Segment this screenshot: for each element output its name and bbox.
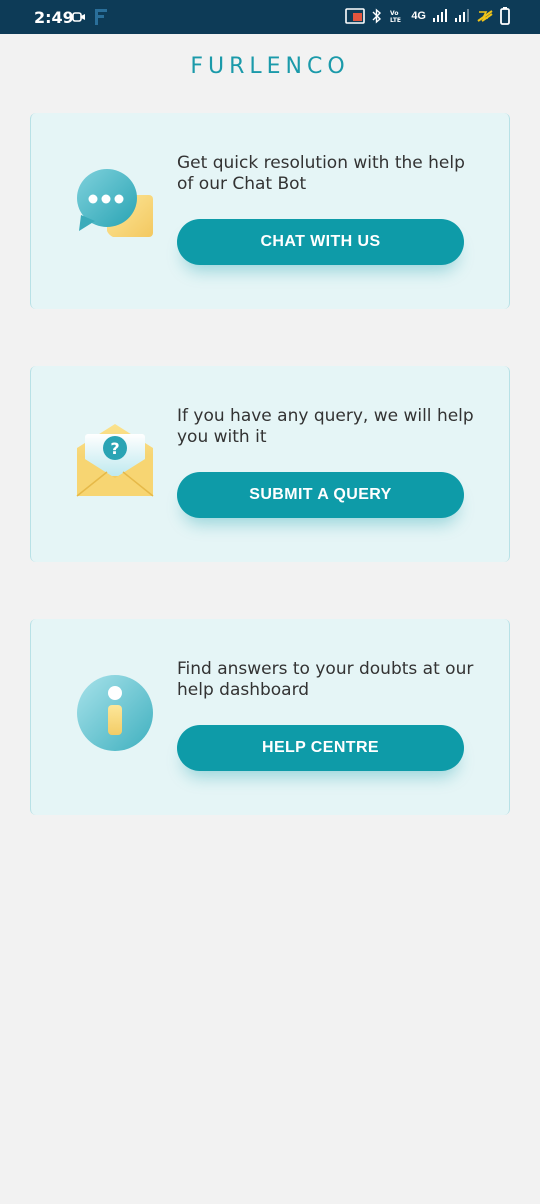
battery-saver-icon xyxy=(477,10,493,22)
chat-with-us-button[interactable]: CHAT WITH US xyxy=(177,219,464,265)
svg-text:?: ? xyxy=(110,439,119,458)
envelope-question-icon: ? xyxy=(75,418,155,500)
signal-icon xyxy=(433,9,447,22)
brand-logo: FURLENCO xyxy=(190,54,350,79)
query-card-description: If you have any query, we will help you … xyxy=(177,406,474,447)
bluetooth-icon xyxy=(372,8,382,24)
cast-icon xyxy=(345,8,366,24)
battery-icon xyxy=(500,7,510,25)
query-card: ? If you have any query, we will help yo… xyxy=(30,366,510,562)
status-bar: 2:49 Vo LTE 4G xyxy=(0,0,540,34)
app-notification-icon xyxy=(95,9,107,25)
help-card: Find answers to your doubts at our help … xyxy=(30,619,510,815)
status-time: 2:49 xyxy=(34,8,74,27)
chat-card: Get quick resolution with the help of ou… xyxy=(30,113,510,309)
chat-card-description: Get quick resolution with the help of ou… xyxy=(177,153,465,194)
volte-icon: VoLTE xyxy=(390,10,401,24)
video-call-icon xyxy=(72,12,85,22)
network-type: 4G xyxy=(411,10,426,22)
help-centre-button[interactable]: HELP CENTRE xyxy=(177,725,464,771)
chat-bubbles-icon xyxy=(75,165,155,247)
svg-text:Vo: Vo xyxy=(390,10,398,17)
svg-text:LTE: LTE xyxy=(390,17,401,24)
submit-query-button[interactable]: SUBMIT A QUERY xyxy=(177,472,464,518)
help-card-description: Find answers to your doubts at our help … xyxy=(177,659,474,700)
signal-icon-secondary xyxy=(455,9,469,22)
info-icon xyxy=(75,671,155,753)
